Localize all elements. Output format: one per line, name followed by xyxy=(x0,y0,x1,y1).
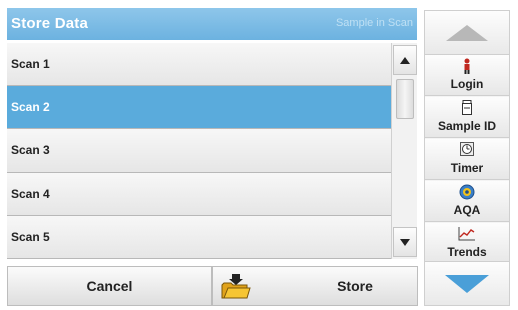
trends-label: Trends xyxy=(447,245,487,259)
cancel-button[interactable]: Cancel xyxy=(7,266,212,306)
list-item-label: Scan 1 xyxy=(11,57,50,72)
right-sidebar: Login Sample ID Timer AQA Trends xyxy=(424,10,510,306)
scan-list: Scan 1 Scan 2 Scan 3 Scan 4 Scan 5 xyxy=(7,43,391,259)
list-item[interactable]: Scan 1 xyxy=(7,43,391,87)
list-item-selected[interactable]: Scan 2 xyxy=(7,86,391,130)
nav-up-button[interactable] xyxy=(425,11,509,55)
timer-label: Timer xyxy=(450,161,484,175)
login-button[interactable]: Login xyxy=(425,55,509,96)
list-item[interactable]: Scan 3 xyxy=(7,129,391,173)
chevron-down-icon xyxy=(445,274,489,293)
title-bar: Store Data Sample in Scan xyxy=(7,8,417,40)
folder-icon xyxy=(221,274,251,299)
list-item[interactable]: Scan 4 xyxy=(7,172,391,216)
triangle-up-icon xyxy=(400,56,410,64)
scroll-down-button[interactable] xyxy=(393,227,417,257)
list-item-label: Scan 3 xyxy=(11,143,50,158)
list-item[interactable]: Scan 5 xyxy=(7,215,391,259)
trends-button[interactable]: Trends xyxy=(425,223,509,264)
sample-id-button[interactable]: Sample ID xyxy=(425,97,509,138)
scroll-up-button[interactable] xyxy=(393,45,417,75)
page-title: Store Data xyxy=(11,15,89,32)
store-button[interactable]: Store xyxy=(212,266,418,306)
aqa-button[interactable]: AQA xyxy=(425,181,509,222)
store-label: Store xyxy=(337,278,373,294)
timer-button[interactable]: Timer xyxy=(425,139,509,180)
trends-chart-icon xyxy=(458,227,475,241)
sample-id-label: Sample ID xyxy=(437,119,497,133)
sample-bottle-icon xyxy=(462,100,472,115)
list-scrollbar[interactable] xyxy=(391,43,417,259)
cancel-label: Cancel xyxy=(86,278,133,294)
title-hint: Sample in Scan xyxy=(335,17,413,29)
list-item-label: Scan 2 xyxy=(11,100,50,115)
list-item-label: Scan 4 xyxy=(11,186,50,201)
aqa-label: AQA xyxy=(453,203,481,217)
aqa-icon xyxy=(459,184,475,200)
person-icon xyxy=(464,58,470,74)
chevron-up-icon xyxy=(446,24,488,41)
nav-down-button[interactable] xyxy=(425,261,509,305)
timer-icon xyxy=(460,142,474,156)
list-item-label: Scan 5 xyxy=(11,229,50,244)
scroll-thumb[interactable] xyxy=(396,79,414,119)
login-label: Login xyxy=(450,77,484,91)
triangle-down-icon xyxy=(400,238,410,246)
